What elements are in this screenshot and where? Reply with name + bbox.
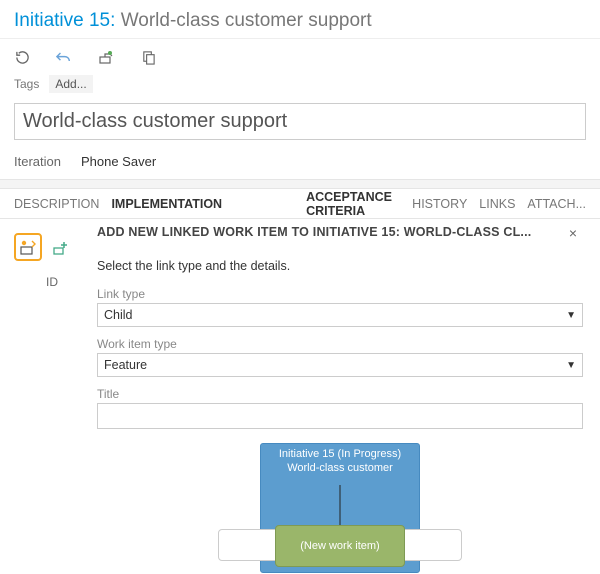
tab-attachments[interactable]: ATTACH... bbox=[527, 197, 586, 211]
toolbar bbox=[0, 39, 600, 71]
dialog-title: ADD NEW LINKED WORK ITEM TO INITIATIVE 1… bbox=[97, 225, 531, 239]
tab-acceptance[interactable]: ACCEPTANCE CRITERIA bbox=[306, 190, 400, 218]
chevron-down-icon: ▼ bbox=[566, 310, 576, 321]
tags-label: Tags bbox=[14, 77, 39, 91]
work-item-type-value: Feature bbox=[104, 358, 147, 372]
tabs: DESCRIPTION IMPLEMENTATION ACCEPTANCE CR… bbox=[0, 189, 600, 219]
link-work-icon[interactable] bbox=[98, 49, 114, 65]
new-linked-item-button[interactable] bbox=[14, 233, 42, 261]
work-item-type-select[interactable]: Feature ▼ bbox=[97, 353, 583, 377]
title-field[interactable]: World-class customer support bbox=[14, 103, 586, 140]
new-work-item-node: (New work item) bbox=[275, 525, 405, 567]
work-item-type-id: Initiative 15: bbox=[14, 10, 115, 31]
tab-implementation[interactable]: IMPLEMENTATION bbox=[111, 197, 222, 211]
id-column-label: ID bbox=[46, 275, 58, 289]
link-type-select[interactable]: Child ▼ bbox=[97, 303, 583, 327]
undo-icon[interactable] bbox=[56, 49, 72, 65]
link-type-label: Link type bbox=[97, 287, 583, 301]
add-linked-item-dialog: ADD NEW LINKED WORK ITEM TO INITIATIVE 1… bbox=[88, 222, 592, 574]
chevron-down-icon: ▼ bbox=[566, 360, 576, 371]
copy-icon[interactable] bbox=[140, 49, 156, 65]
parent-node-line2: World-class customer bbox=[267, 462, 413, 476]
work-item-type-label: Work item type bbox=[97, 337, 583, 351]
iteration-value[interactable]: Phone Saver bbox=[81, 154, 156, 169]
iteration-label: Iteration bbox=[14, 154, 61, 169]
refresh-icon[interactable] bbox=[14, 49, 30, 65]
tab-links[interactable]: LINKS bbox=[479, 197, 515, 211]
add-link-icon[interactable] bbox=[52, 238, 70, 256]
add-tag-button[interactable]: Add... bbox=[49, 75, 92, 93]
link-type-value: Child bbox=[104, 308, 133, 322]
parent-node-line1: Initiative 15 (In Progress) bbox=[267, 448, 413, 462]
dialog-instruction: Select the link type and the details. bbox=[97, 259, 583, 273]
title-input[interactable] bbox=[97, 403, 583, 429]
work-item-title: World-class customer support bbox=[121, 10, 372, 31]
tab-history[interactable]: HISTORY bbox=[412, 197, 467, 211]
tab-description[interactable]: DESCRIPTION bbox=[14, 197, 99, 211]
title-input-label: Title bbox=[97, 387, 583, 401]
dialog-close-button[interactable]: × bbox=[565, 225, 581, 241]
